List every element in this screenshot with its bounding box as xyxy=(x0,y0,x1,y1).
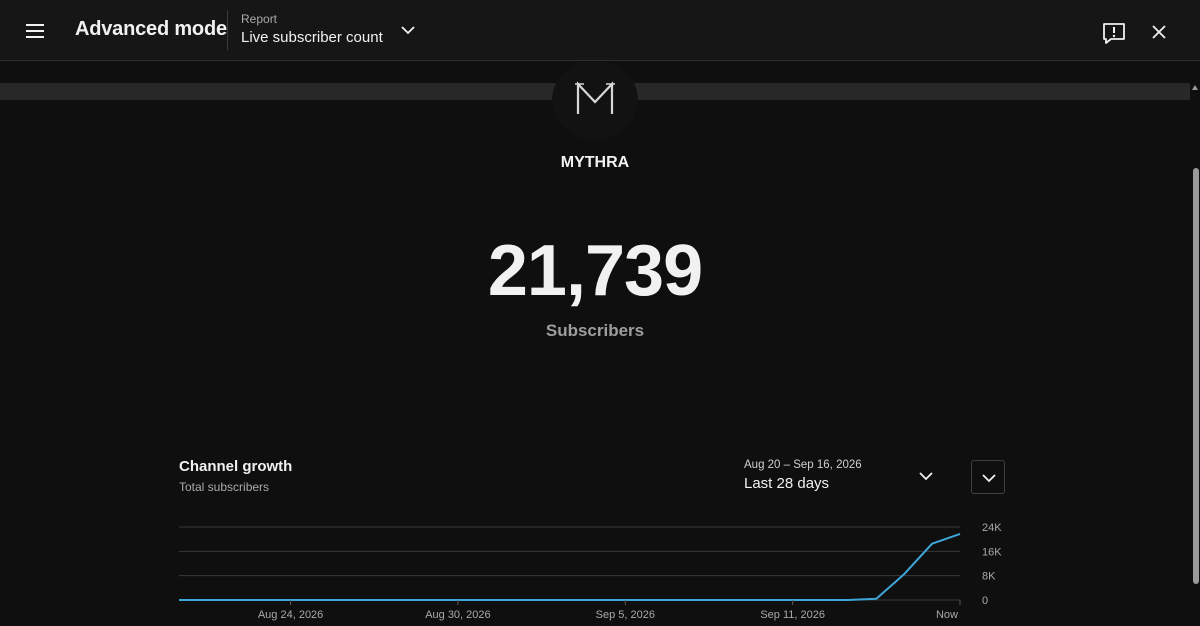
date-range-picker[interactable]: Aug 20 – Sep 16, 2026 Last 28 days xyxy=(740,455,945,495)
scroll-up-arrow[interactable] xyxy=(1192,85,1198,90)
range-label: Last 28 days xyxy=(744,475,830,492)
top-bar: Advanced mode Report Live subscriber cou… xyxy=(0,0,1200,61)
x-tick-label: Sep 5, 2026 xyxy=(596,609,655,621)
chevron-down-icon xyxy=(982,474,996,483)
subscriber-label: Subscribers xyxy=(545,321,645,340)
expand-chart-button[interactable] xyxy=(971,460,1005,494)
subscriber-count: 21,739 xyxy=(487,231,703,311)
app-title: Advanced mode xyxy=(75,18,227,40)
feedback-icon xyxy=(1103,23,1125,44)
growth-subtitle: Total subscribers xyxy=(179,480,270,494)
close-icon xyxy=(1152,25,1166,39)
chevron-down-icon xyxy=(401,26,415,35)
x-tick-label: Now xyxy=(936,609,958,621)
report-picker[interactable]: Report Live subscriber count xyxy=(233,6,423,54)
channel-name: MYTHRA xyxy=(560,154,630,171)
chevron-down-icon xyxy=(919,472,933,481)
menu-icon[interactable] xyxy=(20,16,50,46)
title-divider xyxy=(227,10,228,50)
y-tick-label: 8K xyxy=(982,571,996,583)
report-value: Live subscriber count xyxy=(241,29,383,46)
close-button[interactable] xyxy=(1141,14,1177,50)
x-tick-label: Aug 24, 2026 xyxy=(258,609,323,621)
x-tick-label: Aug 30, 2026 xyxy=(425,609,490,621)
series-line xyxy=(179,532,961,601)
channel-logo xyxy=(575,81,615,114)
channel-avatar xyxy=(552,62,638,140)
y-tick-label: 16K xyxy=(982,546,1002,558)
y-tick-label: 0 xyxy=(982,595,988,607)
report-caption: Report xyxy=(241,12,278,26)
content-area: MYTHRA 21,739 Subscribers Channel growth… xyxy=(0,62,1190,626)
growth-chart: 24K 16K 8K 0 Aug 24, 2026 Aug 30, 2026 Sep 5, … xyxy=(179,522,1002,621)
feedback-button[interactable] xyxy=(1096,15,1132,51)
range-dates: Aug 20 – Sep 16, 2026 xyxy=(744,459,862,471)
y-tick-label: 24K xyxy=(982,522,1002,534)
growth-title: Channel growth xyxy=(179,458,293,475)
scrollbar-thumb[interactable] xyxy=(1193,168,1199,584)
x-tick-label: Sep 11, 2026 xyxy=(760,609,825,621)
